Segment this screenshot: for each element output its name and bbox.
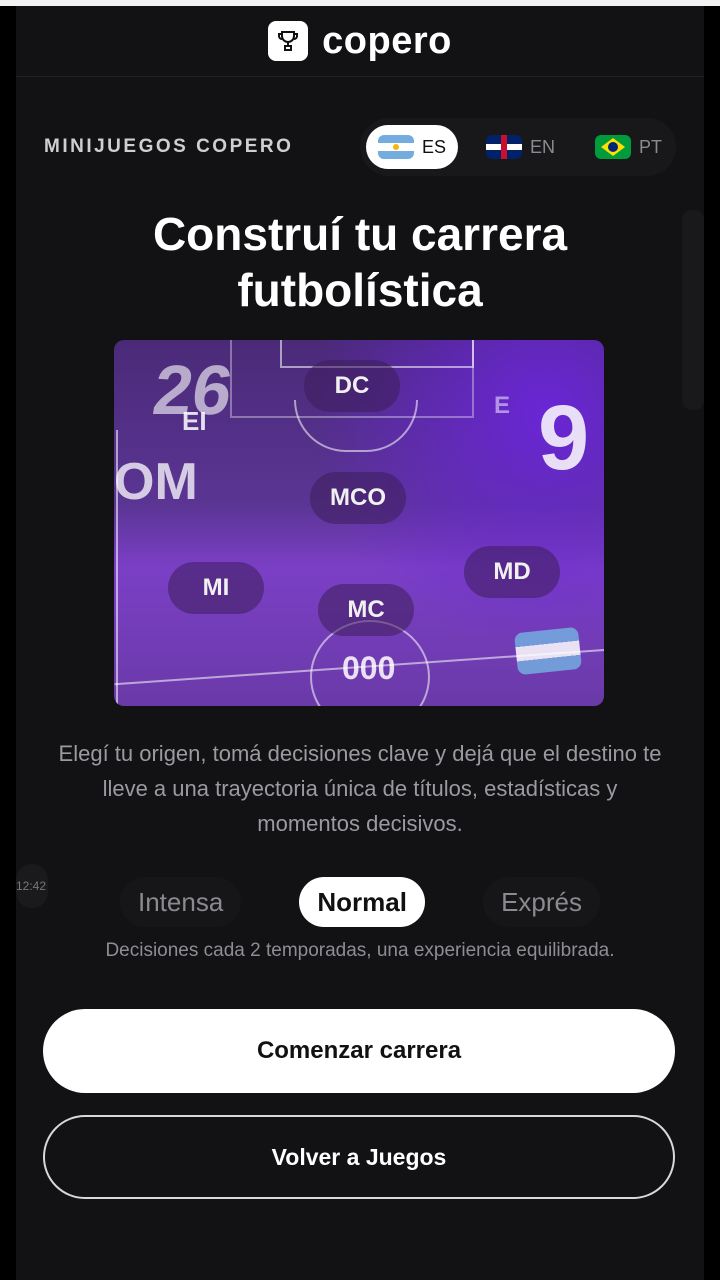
game-description: Elegí tu origen, tomá decisiones clave y… xyxy=(58,741,662,836)
position-mi: MI xyxy=(168,562,264,614)
mode-option-normal[interactable]: Normal xyxy=(299,877,425,927)
position-dc: DC xyxy=(304,360,400,412)
language-option-es[interactable]: ES xyxy=(366,125,459,169)
argentina-flag-icon xyxy=(378,135,414,159)
scrollbar[interactable] xyxy=(682,210,704,410)
app-logo-text: copero xyxy=(322,19,452,62)
pitch-label-ei: EI xyxy=(182,406,207,436)
language-switcher: ES EN PT xyxy=(360,118,676,176)
language-code: EN xyxy=(530,136,556,157)
back-to-games-button[interactable]: Volver a Juegos xyxy=(43,1115,675,1199)
pitch-label-e: E xyxy=(494,392,511,419)
language-option-pt[interactable]: PT xyxy=(583,125,674,169)
pitch-illustration: 26 EI OM E 9 000 DC MCO MI MC MD xyxy=(114,340,604,706)
position-md: MD xyxy=(464,546,560,598)
argentina-flag-icon xyxy=(513,626,583,676)
language-code: ES xyxy=(422,136,447,157)
mode-option-expres[interactable]: Exprés xyxy=(483,877,600,927)
position-mco: MCO xyxy=(310,472,406,524)
page-title-line-1: Construí tu carrera xyxy=(152,208,568,260)
language-option-en[interactable]: EN xyxy=(474,125,567,169)
language-code: PT xyxy=(639,136,663,157)
mode-option-intensa[interactable]: Intensa xyxy=(120,877,242,927)
time-badge: 12:42 xyxy=(16,864,48,908)
page-title: Construí tu carrera futbolística xyxy=(16,206,704,318)
section-label: MINIJUEGOS COPERO xyxy=(44,136,294,157)
uk-flag-icon xyxy=(486,135,523,159)
pitch-label-om: OM xyxy=(114,453,198,511)
difficulty-selector: Intensa Normal Exprés xyxy=(120,876,600,928)
mode-description: Decisiones cada 2 temporadas, una experi… xyxy=(105,940,615,961)
start-career-button[interactable]: Comenzar carrera xyxy=(43,1009,675,1093)
app-header: copero xyxy=(16,6,704,77)
position-mc: MC xyxy=(318,584,414,636)
brazil-flag-icon xyxy=(595,135,632,159)
trophy-icon xyxy=(268,21,309,61)
page-title-line-2: futbolística xyxy=(237,264,483,316)
pitch-number-right: 9 xyxy=(538,387,590,489)
app-frame: copero MINIJUEGOS COPERO ES EN PT Constr… xyxy=(16,6,704,1280)
pitch-badge-number: 000 xyxy=(342,650,396,686)
